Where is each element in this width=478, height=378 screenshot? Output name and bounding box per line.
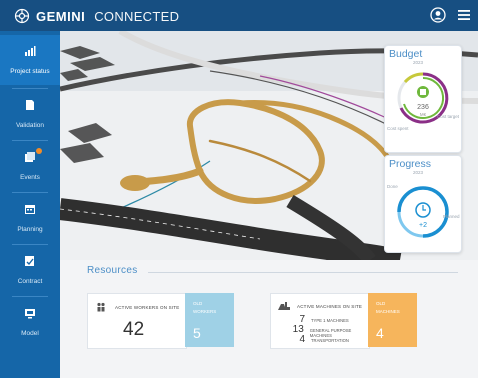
events-badge-icon bbox=[36, 148, 42, 154]
machine-count: 4 bbox=[299, 334, 305, 345]
budget-side-right: Cost target bbox=[437, 114, 460, 119]
model-icon bbox=[25, 309, 35, 319]
sidebar-item-label: Planning bbox=[17, 226, 43, 233]
chart-bars-icon bbox=[25, 46, 36, 56]
machine-row: 4 TRANSPORTATION bbox=[291, 334, 349, 345]
resources-section: Resources ACTIVE WORKERS ON SITE 42 OLD W… bbox=[60, 260, 478, 378]
brand-name: GEMINI bbox=[36, 8, 86, 24]
brand-subname: CONNECTED bbox=[94, 8, 180, 24]
old-workers-panel[interactable]: OLD WORKERS 5 bbox=[185, 293, 234, 347]
site-3d-view[interactable]: Budget 2023 236 M€ Cost spent Cost targe… bbox=[60, 31, 478, 260]
sidebar-item-project-status[interactable]: Project status bbox=[0, 35, 60, 85]
resources-title: Resources bbox=[87, 265, 138, 276]
old-machines-panel[interactable]: OLD MACHINES 4 bbox=[368, 293, 417, 347]
top-icons bbox=[430, 7, 472, 23]
old-workers-label: OLD WORKERS bbox=[193, 301, 217, 314]
progress-side-right: Planned bbox=[443, 214, 460, 219]
document-icon bbox=[26, 100, 34, 110]
budget-side-left: Cost spent bbox=[387, 126, 409, 131]
workers-icon bbox=[97, 302, 105, 312]
calendar-icon bbox=[25, 205, 35, 214]
budget-subtitle: 2023 bbox=[413, 60, 424, 65]
sidebar-item-label: Model bbox=[21, 330, 39, 337]
top-bar: GEMINI CONNECTED bbox=[0, 0, 478, 31]
budget-value: 236 bbox=[417, 104, 429, 111]
workers-label: ACTIVE WORKERS ON SITE bbox=[115, 305, 180, 310]
events-icon bbox=[25, 152, 35, 162]
budget-card[interactable]: Budget 2023 236 M€ Cost spent Cost targe… bbox=[384, 45, 462, 153]
old-machines-count: 4 bbox=[376, 325, 384, 341]
sidebar-item-label: Validation bbox=[15, 122, 45, 129]
progress-subtitle: 2023 bbox=[413, 170, 424, 175]
sidebar-item-model[interactable]: Model bbox=[0, 297, 60, 347]
old-machines-label: OLD MACHINES bbox=[376, 301, 400, 314]
workers-count: 42 bbox=[123, 319, 145, 340]
progress-title: Progress bbox=[389, 158, 432, 170]
sidebar-item-events[interactable]: Events bbox=[0, 141, 60, 191]
contract-icon bbox=[25, 256, 34, 266]
machine-type: TYPE 1 MACHINES bbox=[311, 318, 349, 323]
budget-title: Budget bbox=[389, 48, 423, 60]
hamburger-menu-icon[interactable] bbox=[456, 7, 472, 23]
sidebar-item-validation[interactable]: Validation bbox=[0, 89, 60, 139]
progress-card[interactable]: Progress 2023 +2 Done Planned bbox=[384, 155, 462, 253]
sidebar-item-label: Project status bbox=[10, 68, 50, 75]
progress-gauge bbox=[397, 186, 449, 238]
progress-value: +2 bbox=[419, 222, 427, 229]
user-icon[interactable] bbox=[430, 7, 446, 23]
sidebar-item-label: Events bbox=[20, 174, 40, 181]
sidebar: Project status Validation Events Plannin… bbox=[0, 31, 60, 378]
machines-card[interactable]: ACTIVE MACHINES ON SITE 7 TYPE 1 MACHINE… bbox=[270, 293, 370, 349]
sidebar-item-planning[interactable]: Planning bbox=[0, 193, 60, 243]
machines-label: ACTIVE MACHINES ON SITE bbox=[297, 304, 363, 309]
workers-card[interactable]: ACTIVE WORKERS ON SITE 42 bbox=[87, 293, 187, 349]
sidebar-item-label: Contract bbox=[17, 278, 43, 285]
machine-type: TRANSPORTATION bbox=[311, 338, 349, 343]
brand[interactable]: GEMINI CONNECTED bbox=[14, 7, 179, 25]
resources-divider bbox=[148, 272, 458, 273]
progress-side-left: Done bbox=[387, 184, 398, 189]
sidebar-item-contract[interactable]: Contract bbox=[0, 245, 60, 295]
gemini-logo-icon bbox=[14, 8, 30, 24]
old-workers-count: 5 bbox=[193, 325, 201, 341]
machines-icon bbox=[278, 302, 290, 310]
